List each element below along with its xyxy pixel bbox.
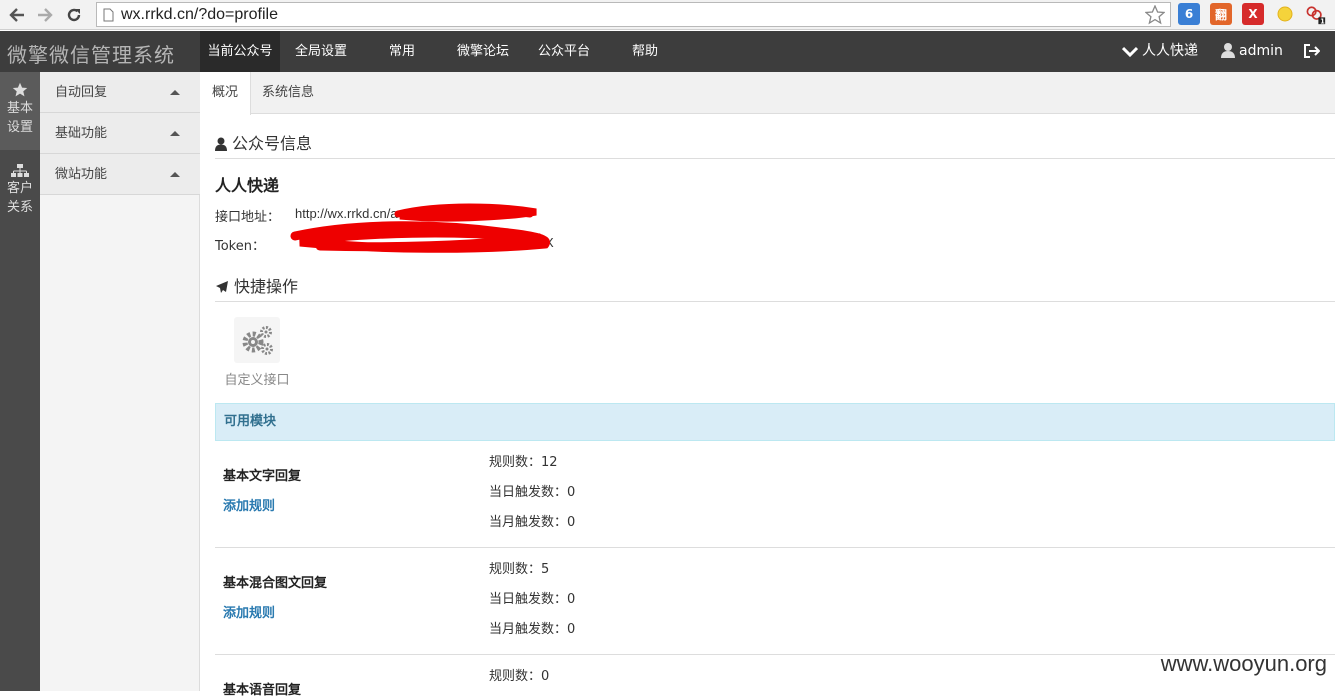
submenu-label: 自动回复 <box>55 85 107 100</box>
watermark: www.wooyun.org <box>1161 651 1327 677</box>
6-icon[interactable]: 6 <box>1178 3 1200 25</box>
rail-basic-settings[interactable]: 基本设置 <box>0 72 40 150</box>
brand-title[interactable]: 微擎微信管理系统 <box>7 39 175 68</box>
top-navbar: 微擎微信管理系统 当前公众号 全局设置 常用 微擎论坛 公众平台 帮助 人人快递… <box>0 31 1335 72</box>
submenu-basic-functions[interactable]: 基础功能 <box>40 113 200 154</box>
daily-trigger-count: 当日触发数：0 <box>489 588 575 607</box>
reload-icon[interactable] <box>63 4 85 26</box>
interface-value: http://wx.rrkd.cn/a <box>295 206 398 221</box>
rule-count: 规则数：0 <box>489 665 549 684</box>
submenu-label: 基础功能 <box>55 126 107 141</box>
nav-current-account[interactable]: 当前公众号 <box>200 31 280 72</box>
user-icon <box>215 137 227 151</box>
rail-customer-relations[interactable]: 客户关系 <box>0 158 40 228</box>
section-title-text: 快捷操作 <box>234 277 298 296</box>
left-rail: 基本设置 客户关系 <box>0 72 40 691</box>
submenu: 自动回复 基础功能 微站功能 <box>40 72 200 691</box>
quick-op-custom-interface[interactable]: 自定义接口 <box>222 317 292 388</box>
divider <box>215 301 1335 302</box>
module-name: 基本语音回复 <box>223 679 301 698</box>
daily-trigger-count: 当日触发数：0 <box>489 481 575 500</box>
tab-overview[interactable]: 概况 <box>200 72 251 115</box>
rule-count: 规则数：5 <box>489 558 549 577</box>
gears-icon <box>234 317 280 363</box>
account-switcher[interactable]: 人人快递 <box>1122 31 1198 72</box>
nav-common[interactable]: 常用 <box>372 31 432 72</box>
modules-heading: 可用模块 <box>215 403 1335 441</box>
nav-public-platform[interactable]: 公众平台 <box>526 31 602 72</box>
star-icon <box>12 82 28 98</box>
caret-up-icon <box>170 172 180 177</box>
module-name: 基本混合图文回复 <box>223 572 327 591</box>
translate-icon[interactable]: 翻 <box>1210 3 1232 25</box>
token-value: X <box>545 235 554 250</box>
nav-forum[interactable]: 微擎论坛 <box>444 31 522 72</box>
quick-ops-section-title: 快捷操作 <box>215 273 298 297</box>
submenu-microsite[interactable]: 微站功能 <box>40 154 200 195</box>
forward-icon[interactable] <box>34 4 56 26</box>
star-icon[interactable] <box>1145 5 1165 25</box>
profile-section-title: 公众号信息 <box>215 130 312 154</box>
account-name: 人人快递 <box>215 172 279 196</box>
rule-count: 规则数：12 <box>489 451 558 470</box>
url-text: wx.rrkd.cn/?do=profile <box>121 6 278 24</box>
quick-op-label: 自定义接口 <box>212 369 302 388</box>
submenu-label: 微站功能 <box>55 167 107 182</box>
account-switch-label: 人人快递 <box>1142 43 1198 59</box>
module-row: 基本文字回复 添加规则 规则数：12 当日触发数：0 当月触发数：0 <box>215 441 1335 548</box>
add-rule-link[interactable]: 添加规则 <box>223 495 275 514</box>
monthly-trigger-count: 当月触发数：0 <box>489 511 575 530</box>
nav-global-settings[interactable]: 全局设置 <box>283 31 359 72</box>
back-icon[interactable] <box>6 4 28 26</box>
token-label: Token： <box>215 235 265 254</box>
tab-system-info[interactable]: 系统信息 <box>250 72 326 114</box>
module-row: 基本混合图文回复 添加规则 规则数：5 当日触发数：0 当月触发数：0 <box>215 548 1335 655</box>
interface-label: 接口地址： <box>215 206 280 225</box>
plane-icon <box>215 280 229 294</box>
monthly-trigger-count: 当月触发数：0 <box>489 618 575 637</box>
address-bar[interactable]: wx.rrkd.cn/?do=profile <box>96 2 1171 27</box>
add-rule-link[interactable]: 添加规则 <box>223 602 275 621</box>
svg-text:1: 1 <box>1320 17 1325 25</box>
user-menu[interactable]: admin <box>1221 31 1283 72</box>
section-title-text: 公众号信息 <box>232 134 312 153</box>
main-content: 概况 系统信息 公众号信息 人人快递 接口地址： http://wx.rrkd.… <box>200 72 1335 691</box>
close-ext-icon[interactable]: X <box>1242 3 1264 25</box>
sun-icon[interactable] <box>1274 3 1296 25</box>
submenu-auto-reply[interactable]: 自动回复 <box>40 72 200 113</box>
browser-toolbar: wx.rrkd.cn/?do=profile 6 翻 X 1 <box>0 0 1335 30</box>
module-name: 基本文字回复 <box>223 465 301 484</box>
logout-button[interactable]: 退 <box>1304 31 1335 72</box>
caret-up-icon <box>170 90 180 95</box>
sitemap-icon <box>11 164 29 178</box>
rail-label: 客户关系 <box>7 179 33 217</box>
caret-up-icon <box>170 131 180 136</box>
link-icon[interactable]: 1 <box>1304 3 1326 25</box>
chevron-down-icon <box>1122 46 1138 58</box>
username: admin <box>1239 43 1283 59</box>
rail-label: 基本设置 <box>7 99 33 137</box>
user-icon <box>1221 42 1235 58</box>
page-icon <box>103 8 114 22</box>
tab-bar: 概况 系统信息 <box>200 72 1335 114</box>
divider <box>215 158 1335 159</box>
logout-icon <box>1304 44 1320 58</box>
nav-help[interactable]: 帮助 <box>615 31 675 72</box>
